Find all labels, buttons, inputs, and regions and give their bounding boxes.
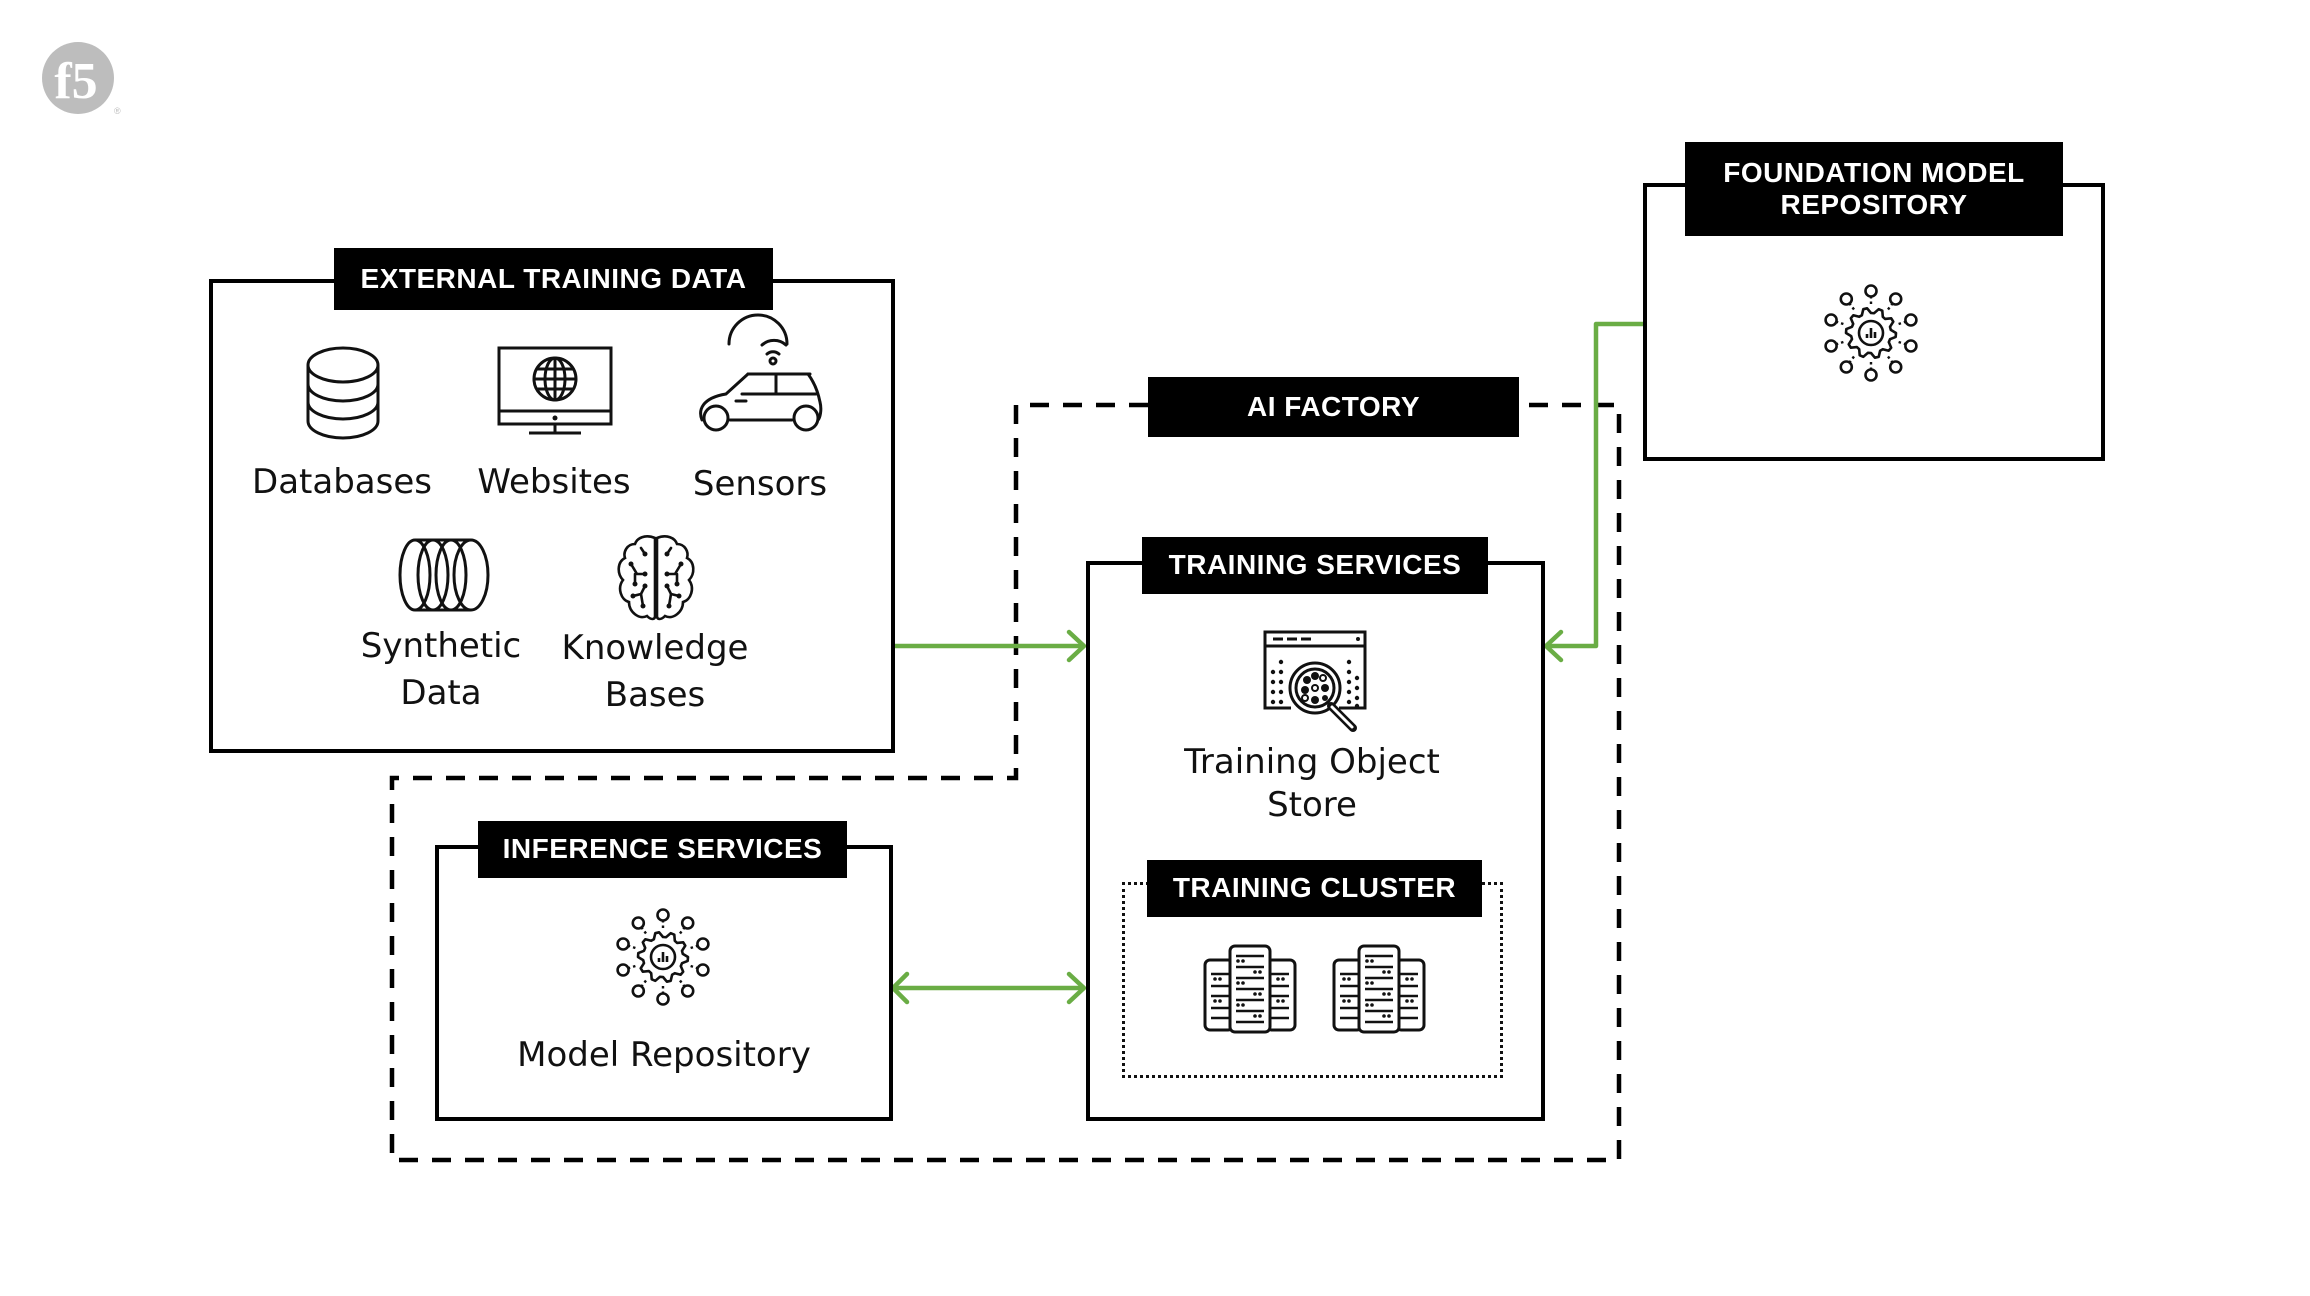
arrow-external-to-training [890,629,1087,663]
server-rack-icon [1203,944,1297,1034]
websites-label: Websites [477,462,631,502]
model-gear-network-icon [616,908,710,1006]
training-object-store-label-line1: Training Object [1184,742,1440,782]
foundation-label-line2: REPOSITORY [1780,189,1968,220]
website-monitor-icon [497,346,613,435]
connected-car-icon [699,313,823,432]
ai-factory-label: AI FACTORY [1148,377,1519,437]
knowledge-bases-label-line1: Knowledge [561,628,749,668]
object-store-search-icon [1263,630,1367,732]
databases-label: Databases [252,462,432,502]
synthetic-data-label-line1: Synthetic [360,626,522,666]
foundation-model-repository-label: FOUNDATION MODEL REPOSITORY [1685,142,2063,236]
svg-text:®: ® [114,106,121,116]
training-object-store-label-line2: Store [1267,785,1357,825]
synthetic-data-icon [398,538,490,612]
arrow-inference-training-bidirectional [890,971,1087,1005]
training-cluster-label: TRAINING CLUSTER [1147,860,1482,917]
database-icon [306,346,380,440]
arrow-foundation-to-training [1543,321,1646,663]
model-repository-label: Model Repository [517,1035,811,1075]
brain-icon [617,535,695,621]
sensors-label: Sensors [692,464,828,504]
f5-logo: f5 ® [42,42,121,116]
external-training-data-label: EXTERNAL TRAINING DATA [334,248,773,310]
training-services-label: TRAINING SERVICES [1142,537,1488,594]
f5-logo-text: f5 [54,53,97,110]
knowledge-bases-label-line2: Bases [604,675,706,715]
synthetic-data-label-line2: Data [400,673,482,713]
model-gear-network-icon [1824,284,1918,382]
inference-services-label: INFERENCE SERVICES [478,821,847,878]
server-rack-icon [1332,944,1426,1034]
foundation-label-line1: FOUNDATION MODEL [1723,156,2025,188]
